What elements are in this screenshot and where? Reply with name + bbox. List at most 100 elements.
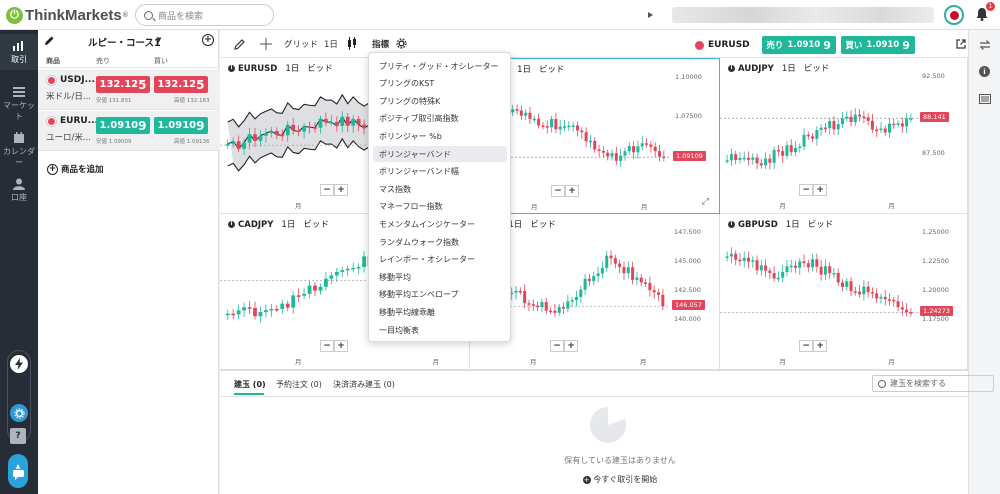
flash-trade-button[interactable] (10, 355, 28, 373)
zoom-in-button[interactable]: + (334, 340, 348, 352)
nav-label: カレンダー (3, 147, 35, 167)
chart-panel-audjpy[interactable]: iAUDJPY1日ビッド92.50090.00087.50088.141月月−+ (720, 58, 968, 214)
buy-price-button[interactable]: 132.12 5 (154, 76, 208, 93)
gear-icon[interactable] (396, 38, 407, 49)
indicator-item[interactable]: レインボー・オシレーター (373, 252, 507, 268)
language-flag-icon[interactable] (944, 5, 964, 25)
candle (785, 145, 789, 156)
expand-icon[interactable]: ⤢ (702, 197, 709, 207)
indicator-item[interactable]: ボリンジャーバンド (373, 146, 507, 162)
indicator-item[interactable]: ボリンジャーバンド幅 (373, 164, 507, 180)
nav-calendar[interactable]: カレンダー (0, 130, 38, 167)
zoom-out-button[interactable]: − (799, 184, 814, 196)
crosshair-icon[interactable] (260, 38, 272, 50)
candle (849, 281, 853, 292)
candle (794, 147, 797, 153)
zoom-in-button[interactable]: + (564, 340, 578, 352)
indicator-item[interactable]: 一目均衡表 (373, 322, 507, 338)
positions-search-input[interactable]: 建玉を検索する (872, 375, 994, 392)
chart-title[interactable]: i AUDJPY 1日 ビッド (728, 62, 829, 74)
chart-title[interactable]: i EURUSD 1日 ビッド (228, 62, 333, 74)
news-icon[interactable] (979, 94, 991, 104)
candle (853, 291, 857, 293)
thinkmarkets-logo[interactable]: ⏻ ThinkMarkets ® (6, 6, 128, 24)
buy-pip: 5 (196, 77, 205, 92)
swap-icon[interactable] (979, 40, 991, 50)
zoom-out-button[interactable]: − (799, 340, 814, 352)
play-icon[interactable] (648, 12, 653, 18)
pencil-icon[interactable] (234, 38, 246, 50)
indicator-item[interactable]: モメンタムインジケーター (373, 216, 507, 232)
chart-title[interactable]: i CADJPY 1日 ビッド (228, 218, 329, 230)
indicator-item[interactable]: 移動平均線乖離 (373, 304, 507, 320)
indicator-item[interactable]: ポジティブ取引高指数 (373, 111, 507, 127)
interval-button[interactable]: 1日 (324, 38, 338, 50)
candle (781, 151, 785, 156)
info-icon[interactable]: i (728, 65, 735, 72)
candle (584, 132, 588, 142)
sell-price-button[interactable]: 1.0910 9 (96, 117, 150, 134)
symbol-search-input[interactable]: 商品を検索 (135, 4, 274, 26)
indicator-item[interactable]: 移動平均 (373, 269, 507, 285)
indicator-item[interactable]: プリングの特殊K (373, 93, 507, 109)
watchlist-name[interactable]: ルピー・コース1 (88, 35, 161, 49)
tab-orders[interactable]: 予約注文 (0) (276, 379, 322, 390)
buy-button[interactable]: 買い 1.0910 9 (840, 36, 915, 54)
sell-button[interactable]: 売り 1.0910 9 (761, 36, 836, 54)
nav-account[interactable]: 口座 (0, 176, 38, 208)
info-icon[interactable]: i (228, 65, 235, 72)
chart-title[interactable]: i GBPUSD 1日 ビッド (728, 218, 833, 230)
nav-markets[interactable]: マーケット (0, 84, 38, 121)
indicator-item[interactable]: ランダムウォーク指数 (373, 234, 507, 250)
indicators-button[interactable]: 指標 (372, 38, 389, 50)
indicator-item[interactable]: プリティ・グッド・オシレーター (373, 58, 507, 74)
chart-panel-gbpusd[interactable]: i GBPUSD 1日 ビッド 1.25000 1.22500 1.20000 1.17500… (720, 214, 968, 370)
watchlist-row[interactable]: USDJ... 米ドル/日... 132.12 5 132.12 5 安値 131.… (38, 70, 219, 110)
start-trading-link[interactable]: + 今すぐ取引を開始 (520, 474, 720, 485)
zoom-out-button[interactable]: − (551, 185, 565, 197)
indicator-item[interactable]: マス指数 (373, 181, 507, 197)
zoom-in-button[interactable]: + (813, 340, 828, 352)
chart-interval: 1日 (285, 64, 300, 74)
grid-button[interactable]: グリッド (284, 38, 318, 50)
indicator-item[interactable]: マネーフロー指数 (373, 199, 507, 215)
row-symbol: USDJ... (60, 75, 95, 85)
sell-price: 1.0910 (787, 40, 821, 50)
chevron-down-icon[interactable]: ▼ (156, 36, 161, 44)
indicator-item[interactable]: プリングのKST (373, 76, 507, 92)
candle (285, 303, 290, 308)
nav-trade[interactable]: 取引 (0, 34, 38, 70)
add-watchlist-button[interactable]: + (202, 34, 214, 46)
edit-icon[interactable] (44, 35, 55, 46)
candle (291, 124, 296, 131)
indicator-item[interactable]: 移動平均エンベロープ (373, 287, 507, 303)
watchlist-row[interactable]: EURU... ユーロ/米... 1.0910 9 1.0910 9 安値 1.09… (38, 111, 219, 151)
candle (811, 136, 815, 139)
candle (828, 121, 832, 129)
zoom-out-button[interactable]: − (320, 340, 334, 352)
tab-closed[interactable]: 決済済み建玉 (0) (333, 379, 395, 390)
zoom-in-button[interactable]: + (565, 185, 579, 197)
sell-price-button[interactable]: 132.12 5 (96, 76, 150, 93)
settings-button[interactable] (10, 404, 28, 422)
zoom-out-button[interactable]: − (550, 340, 564, 352)
logo-icon: ⏻ (6, 6, 23, 24)
tab-positions[interactable]: 建玉 (0) (234, 379, 266, 390)
pie-chart-icon (590, 406, 626, 443)
info-icon[interactable]: i (728, 221, 735, 228)
help-button[interactable]: ? (10, 428, 26, 444)
price-plot[interactable] (720, 58, 968, 214)
watchlist-panel: ルピー・コース1 ▼ + 商品 売り 買い USDJ... 米ドル/日... 1… (38, 30, 219, 494)
zoom-in-button[interactable]: + (334, 184, 348, 196)
chat-button[interactable]: ▲ (8, 454, 28, 488)
indicator-item[interactable]: ボリンジャー %b (373, 128, 507, 144)
candlestick-icon[interactable] (346, 37, 358, 50)
buy-price-button[interactable]: 1.0910 9 (154, 117, 208, 134)
info-icon[interactable]: i (228, 221, 235, 228)
info-icon[interactable]: i (979, 66, 990, 77)
popout-icon[interactable] (956, 39, 966, 49)
add-symbol-button[interactable]: + 商品を追加 (47, 163, 104, 175)
chart-side: ビッド (803, 64, 830, 74)
zoom-in-button[interactable]: + (813, 184, 828, 196)
zoom-out-button[interactable]: − (320, 184, 334, 196)
